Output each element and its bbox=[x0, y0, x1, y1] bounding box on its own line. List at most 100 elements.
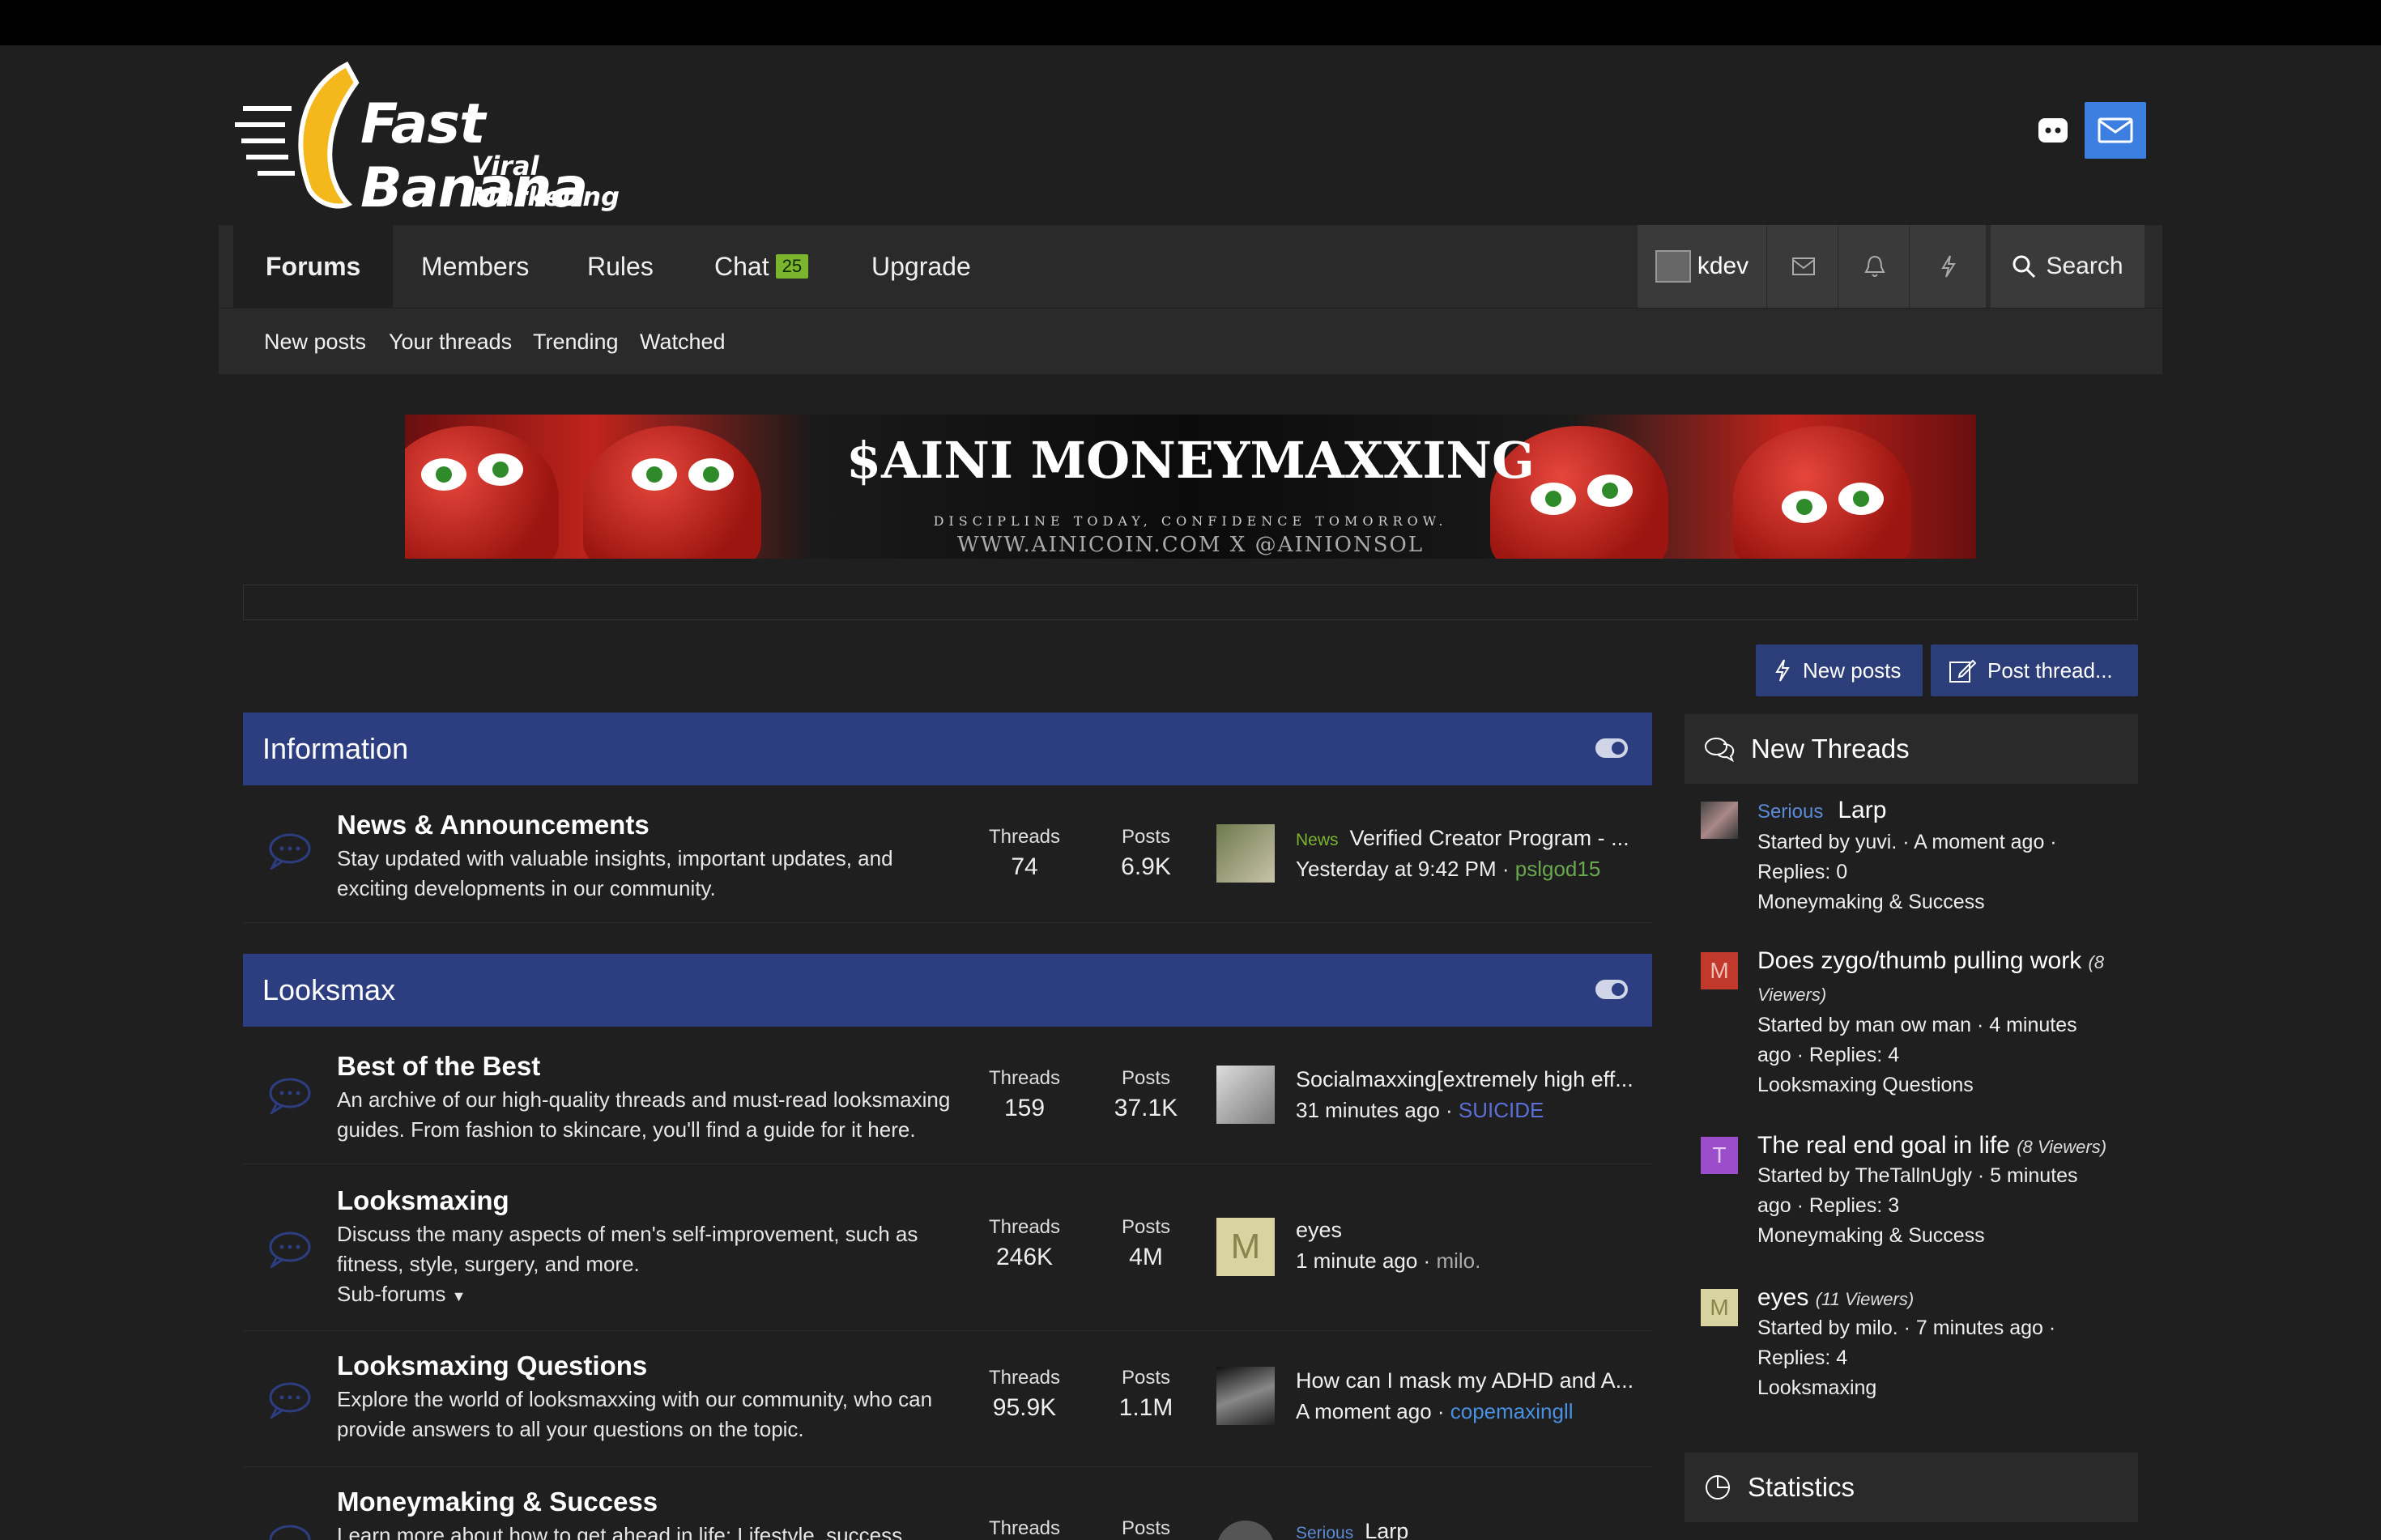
thread-meta: Started by man ow man · 4 minutes ago · … bbox=[1757, 1010, 2130, 1100]
notice-strip bbox=[243, 585, 2138, 620]
main-nav: Forums Members Rules Chat 25 Upgrade kdev… bbox=[219, 225, 2162, 308]
last-post-meta: Yesterday at 9:42 PM · pslgod15 bbox=[1296, 857, 1601, 881]
discord-icon[interactable] bbox=[2025, 102, 2081, 159]
nav-rules[interactable]: Rules bbox=[587, 225, 654, 308]
thread-avatar[interactable] bbox=[1701, 802, 1738, 839]
threads-count: 74 bbox=[1011, 853, 1038, 880]
forum-title[interactable]: Moneymaking & Success bbox=[337, 1487, 658, 1517]
new-thread-item[interactable]: T The real end goal in life (8 Viewers) … bbox=[1701, 1130, 2138, 1260]
new-thread-item[interactable]: M eyes (11 Viewers) Started by milo. · 7… bbox=[1701, 1283, 2138, 1412]
category-looksmax[interactable]: Looksmax bbox=[243, 954, 1652, 1027]
subnav-watched[interactable]: Watched bbox=[640, 308, 726, 375]
thread-meta-line: Started by yuvi. · A moment ago · bbox=[1757, 831, 2057, 853]
threads-label: Threads bbox=[988, 826, 1061, 848]
last-post-title[interactable]: Socialmaxxing[extremely high eff... bbox=[1296, 1067, 1636, 1092]
nav-members[interactable]: Members bbox=[421, 225, 529, 308]
last-post-user[interactable]: milo. bbox=[1436, 1249, 1480, 1273]
subforums-toggle[interactable]: Sub-forums ▼ bbox=[337, 1279, 466, 1312]
new-threads-title: New Threads bbox=[1751, 734, 1910, 764]
post-thread-button[interactable]: Post thread... bbox=[1931, 645, 2138, 696]
subforums-label: Sub-forums bbox=[337, 1282, 446, 1306]
posts-label: Posts bbox=[1121, 1216, 1171, 1238]
collapse-toggle[interactable] bbox=[1595, 980, 1628, 999]
subnav-your-threads[interactable]: Your threads bbox=[389, 308, 512, 375]
ad-banner[interactable]: $AINI MONEYMAXXING DISCIPLINE TODAY, CON… bbox=[405, 415, 1976, 559]
forum-description: Discuss the many aspects of men's self-i… bbox=[337, 1222, 918, 1276]
forum-title[interactable]: News & Announcements bbox=[337, 810, 650, 840]
thread-title[interactable]: The real end goal in life (8 Viewers) bbox=[1757, 1130, 2138, 1163]
thread-forum[interactable]: Looksmaxing Questions bbox=[1757, 1070, 2130, 1100]
subnav-trending[interactable]: Trending bbox=[533, 308, 619, 375]
thread-avatar[interactable]: M bbox=[1701, 952, 1738, 989]
last-post-title[interactable]: News Verified Creator Program - ... bbox=[1296, 826, 1636, 851]
posts-label: Posts bbox=[1121, 1367, 1171, 1389]
thread-forum[interactable]: Moneymaking & Success bbox=[1757, 887, 2130, 917]
banner-subtitle: DISCIPLINE TODAY, CONFIDENCE TOMORROW. bbox=[933, 513, 1448, 529]
forum-chat-icon bbox=[269, 1525, 311, 1540]
site-logo[interactable]: Fast Banana Viral Marketing bbox=[235, 60, 688, 220]
thread-title[interactable]: eyes (11 Viewers) bbox=[1757, 1283, 2138, 1315]
thread-forum[interactable]: Looksmaxing bbox=[1757, 1373, 2130, 1403]
last-post-title[interactable]: Serious Larp bbox=[1296, 1519, 1636, 1540]
last-post-avatar[interactable] bbox=[1216, 1521, 1275, 1540]
new-thread-item[interactable]: Serious Larp Started by yuvi. · A moment … bbox=[1701, 795, 2138, 917]
search-button[interactable]: Search bbox=[1991, 225, 2145, 308]
inbox-icon[interactable] bbox=[1769, 225, 1838, 308]
thread-avatar[interactable]: T bbox=[1701, 1137, 1738, 1174]
post-thread-label: Post thread... bbox=[1987, 657, 2113, 683]
last-post-avatar[interactable] bbox=[1216, 1367, 1275, 1425]
category-information[interactable]: Information bbox=[243, 713, 1652, 785]
nav-forums[interactable]: Forums bbox=[233, 225, 394, 308]
last-post-title-text: Larp bbox=[1365, 1519, 1409, 1540]
search-label: Search bbox=[2046, 253, 2123, 279]
nav-forums-label: Forums bbox=[266, 251, 361, 281]
forum-chat-icon bbox=[269, 1232, 311, 1268]
account-menu[interactable]: kdev bbox=[1638, 225, 1767, 308]
new-posts-button[interactable]: New posts bbox=[1756, 645, 1923, 696]
forum-row[interactable]: News & Announcements Stay updated with v… bbox=[243, 785, 1652, 923]
new-thread-item[interactable]: M Does zygo/thumb pulling work (8 Viewer… bbox=[1701, 946, 2138, 1108]
collapse-toggle[interactable] bbox=[1595, 738, 1628, 758]
last-post-meta: 31 minutes ago · SUICIDE bbox=[1296, 1098, 1544, 1122]
thread-title-text: eyes bbox=[1757, 1284, 1809, 1311]
nav-chat-label: Chat bbox=[714, 251, 769, 281]
last-post-meta: A moment ago · copemaxingll bbox=[1296, 1399, 1574, 1423]
last-post-avatar[interactable]: M bbox=[1216, 1218, 1275, 1276]
posts-label: Posts bbox=[1121, 1067, 1171, 1089]
forum-title[interactable]: Best of the Best bbox=[337, 1051, 540, 1082]
thread-avatar[interactable]: M bbox=[1701, 1289, 1738, 1326]
thread-meta-line: Started by milo. · 7 minutes ago · bbox=[1757, 1317, 2056, 1339]
forum-row[interactable]: Looksmaxing Questions Explore the world … bbox=[243, 1331, 1652, 1467]
subnav-new-posts[interactable]: New posts bbox=[264, 308, 366, 375]
threads-label: Threads bbox=[988, 1067, 1061, 1089]
posts-count: 4M bbox=[1129, 1244, 1163, 1270]
nav-upgrade[interactable]: Upgrade bbox=[871, 225, 971, 308]
viewer-count: (11 Viewers) bbox=[1815, 1289, 1915, 1309]
bell-icon[interactable] bbox=[1840, 225, 1910, 308]
forum-title[interactable]: Looksmaxing Questions bbox=[337, 1351, 647, 1381]
new-threads-header: New Threads bbox=[1685, 714, 2138, 784]
banner-title: $AINI MONEYMAXXING bbox=[846, 431, 1535, 490]
forum-title[interactable]: Looksmaxing bbox=[337, 1185, 509, 1216]
thread-meta-line: ago · Replies: 3 bbox=[1757, 1194, 1900, 1217]
bolt-icon[interactable] bbox=[1911, 225, 1986, 308]
last-post-time: 31 minutes ago bbox=[1296, 1098, 1440, 1122]
thread-meta-line: Started by TheTallnUgly · 5 minutes bbox=[1757, 1164, 2078, 1187]
thread-title[interactable]: Serious Larp bbox=[1757, 795, 2138, 827]
last-post-user[interactable]: pslgod15 bbox=[1515, 857, 1601, 881]
forum-row[interactable]: Looksmaxing Discuss the many aspects of … bbox=[243, 1164, 1652, 1331]
last-post-avatar[interactable] bbox=[1216, 824, 1275, 883]
last-post-time: A moment ago bbox=[1296, 1399, 1432, 1423]
last-post-title[interactable]: eyes bbox=[1296, 1218, 1636, 1243]
threads-label: Threads bbox=[988, 1216, 1061, 1238]
nav-chat[interactable]: Chat 25 bbox=[714, 225, 809, 308]
contact-mail-icon[interactable] bbox=[2085, 102, 2146, 159]
last-post-user[interactable]: SUICIDE bbox=[1459, 1098, 1544, 1122]
thread-title[interactable]: Does zygo/thumb pulling work (8 Viewers) bbox=[1757, 946, 2138, 1010]
thread-forum[interactable]: Moneymaking & Success bbox=[1757, 1221, 2130, 1251]
forum-row[interactable]: Best of the Best An archive of our high-… bbox=[243, 1027, 1652, 1164]
last-post-avatar[interactable] bbox=[1216, 1066, 1275, 1124]
last-post-title[interactable]: How can I mask my ADHD and A... bbox=[1296, 1368, 1636, 1393]
last-post-user[interactable]: copemaxingll bbox=[1450, 1399, 1574, 1423]
forum-row[interactable]: Moneymaking & Success Learn more about h… bbox=[243, 1467, 1652, 1540]
